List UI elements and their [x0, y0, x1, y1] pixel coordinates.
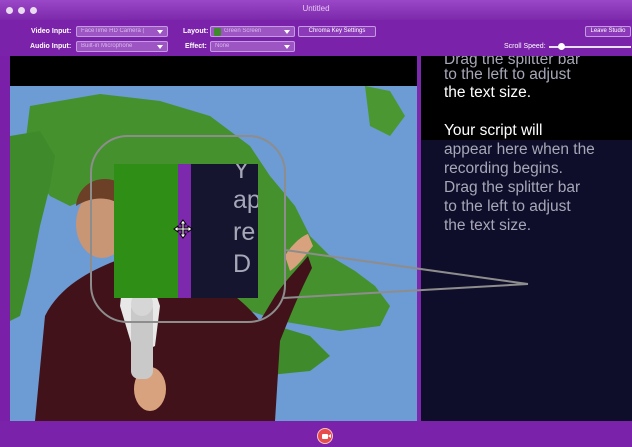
zoom-script-preview: Y ap re D: [191, 164, 258, 298]
move-arrows-icon: [173, 219, 193, 239]
zoom-green-screen: [114, 164, 178, 298]
zoom-text-line: D: [233, 250, 252, 278]
zoom-text-line: ap: [233, 186, 258, 214]
bottom-bar: [0, 421, 632, 447]
record-video-icon-lens: [328, 434, 331, 438]
record-button[interactable]: [317, 428, 333, 444]
zoom-text-line: re: [233, 218, 256, 246]
zoom-text-line: Y: [233, 164, 250, 184]
